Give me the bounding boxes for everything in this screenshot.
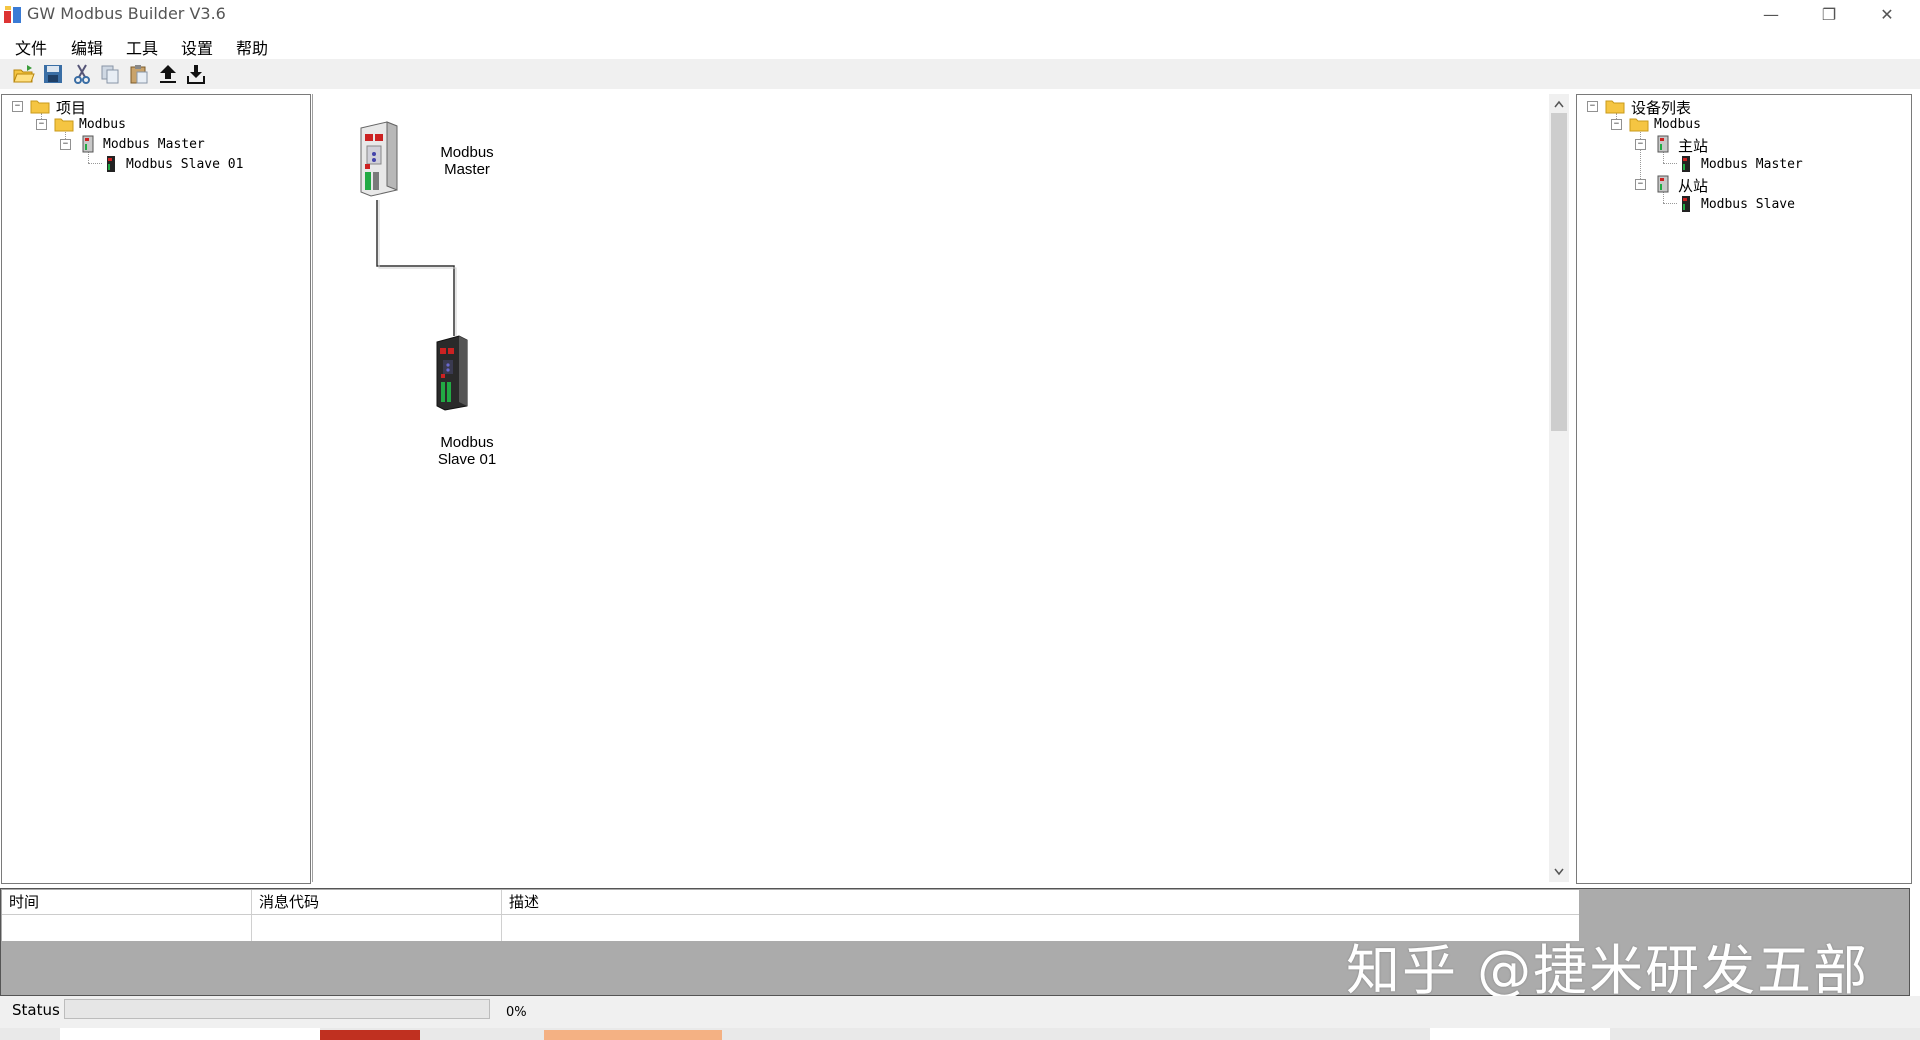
master-device-node[interactable] <box>353 120 401 198</box>
master-item-icon <box>1682 156 1690 172</box>
download-icon <box>187 65 205 84</box>
minimize-icon: — <box>1763 5 1779 24</box>
tree-line <box>1663 203 1677 204</box>
toolbar <box>0 59 1920 89</box>
menu-file[interactable]: 文件 <box>9 33 53 61</box>
paste-icon <box>130 65 148 84</box>
scroll-down-icon[interactable] <box>1554 868 1564 876</box>
cut-button[interactable] <box>70 62 94 86</box>
tree-line <box>1663 163 1677 164</box>
collapse-toggle[interactable]: − <box>36 119 47 130</box>
folder-icon <box>54 118 74 132</box>
tree-root-label[interactable]: 项目 <box>56 97 86 118</box>
device-tree-slave-item[interactable]: Modbus Slave <box>1701 197 1795 212</box>
master-node-label: Modbus Master <box>427 144 507 178</box>
slave-node-label: Modbus Slave 01 <box>422 434 512 468</box>
taskbar-item[interactable] <box>60 1028 320 1040</box>
slave-device-node[interactable] <box>433 334 473 412</box>
open-folder-icon <box>13 65 35 83</box>
copy-icon <box>101 65 119 84</box>
scroll-up-icon[interactable] <box>1554 100 1564 108</box>
app-icon <box>4 6 21 23</box>
master-label-line2: Master <box>444 161 490 178</box>
taskbar-item[interactable] <box>544 1030 722 1040</box>
log-cell <box>2 915 252 941</box>
menu-tools[interactable]: 工具 <box>120 33 164 61</box>
log-col-time[interactable]: 时间 <box>2 890 252 914</box>
upload-icon <box>160 65 176 83</box>
menu-help[interactable]: 帮助 <box>230 33 274 61</box>
menu-edit[interactable]: 编辑 <box>65 33 109 61</box>
taskbar-strip <box>0 1028 1920 1040</box>
collapse-toggle[interactable]: − <box>1611 119 1622 130</box>
collapse-toggle[interactable]: − <box>1635 139 1646 150</box>
slave-group-icon <box>1657 175 1669 193</box>
master-device-icon <box>82 135 94 153</box>
cut-icon <box>74 64 90 84</box>
window-title: GW Modbus Builder V3.6 <box>27 4 226 23</box>
log-col-desc[interactable]: 描述 <box>502 890 1579 914</box>
project-tree-panel: − 项目 − Modbus − Modbus Master Modbus Sla… <box>1 94 311 884</box>
collapse-toggle[interactable]: − <box>12 101 23 112</box>
close-icon: ✕ <box>1880 5 1894 24</box>
device-tree-root-label[interactable]: 设备列表 <box>1631 97 1691 118</box>
master-label-line1: Modbus <box>440 144 494 161</box>
tree-protocol-label[interactable]: Modbus <box>79 117 126 132</box>
menu-settings[interactable]: 设置 <box>175 33 219 61</box>
device-tree-master-group[interactable]: 主站 <box>1678 135 1708 156</box>
folder-icon <box>1629 118 1649 132</box>
tree-slave-label[interactable]: Modbus Slave 01 <box>126 157 243 172</box>
folder-icon <box>1605 100 1625 114</box>
copy-button[interactable] <box>98 62 122 86</box>
master-group-icon <box>1657 135 1669 153</box>
progress-percent: 0% <box>506 1005 527 1020</box>
slave-device-icon <box>107 156 115 172</box>
topology-canvas[interactable]: Modbus Master Modbus Slave 01 <box>312 94 1550 882</box>
log-row[interactable] <box>2 915 1579 941</box>
paste-button[interactable] <box>127 62 151 86</box>
restore-button[interactable]: ❐ <box>1800 0 1858 29</box>
save-icon <box>44 65 62 83</box>
slave-label-line1: Modbus <box>440 434 494 451</box>
device-list-panel: − 设备列表 − Modbus − 主站 Modbus Master − 从站 … <box>1576 94 1912 884</box>
taskbar-item[interactable] <box>320 1030 420 1040</box>
tree-line <box>1640 129 1641 181</box>
slave-item-icon <box>1682 196 1690 212</box>
status-bar: Status 0% <box>0 996 1920 1028</box>
restore-icon: ❐ <box>1821 5 1837 24</box>
folder-icon <box>30 100 50 114</box>
slave-label-line2: Slave 01 <box>437 451 497 468</box>
log-header: 时间 消息代码 描述 <box>2 890 1579 915</box>
save-button[interactable] <box>41 62 65 86</box>
connection-line <box>376 200 457 336</box>
open-button[interactable] <box>12 62 36 86</box>
download-button[interactable] <box>184 62 208 86</box>
device-tree-slave-group[interactable]: 从站 <box>1678 175 1708 196</box>
watermark: 知乎 @捷米研发五部 <box>1346 939 1870 1002</box>
device-tree-master-item[interactable]: Modbus Master <box>1701 157 1803 172</box>
collapse-toggle[interactable]: − <box>60 139 71 150</box>
upload-button[interactable] <box>156 62 180 86</box>
close-button[interactable]: ✕ <box>1858 0 1916 29</box>
log-cell <box>252 915 502 941</box>
collapse-toggle[interactable]: − <box>1635 179 1646 190</box>
collapse-toggle[interactable]: − <box>1587 101 1598 112</box>
tree-master-label[interactable]: Modbus Master <box>103 137 205 152</box>
scroll-thumb[interactable] <box>1551 113 1567 431</box>
device-tree-protocol-label[interactable]: Modbus <box>1654 117 1701 132</box>
tree-line <box>88 163 102 164</box>
taskbar-item[interactable] <box>1430 1028 1610 1040</box>
progress-bar <box>64 999 490 1019</box>
minimize-button[interactable]: — <box>1742 0 1800 29</box>
menu-bar: 文件 编辑 工具 设置 帮助 <box>0 29 1920 59</box>
log-col-code[interactable]: 消息代码 <box>252 890 502 914</box>
status-label: Status <box>12 1001 60 1019</box>
title-bar: GW Modbus Builder V3.6 — ❐ ✕ <box>0 0 1920 29</box>
